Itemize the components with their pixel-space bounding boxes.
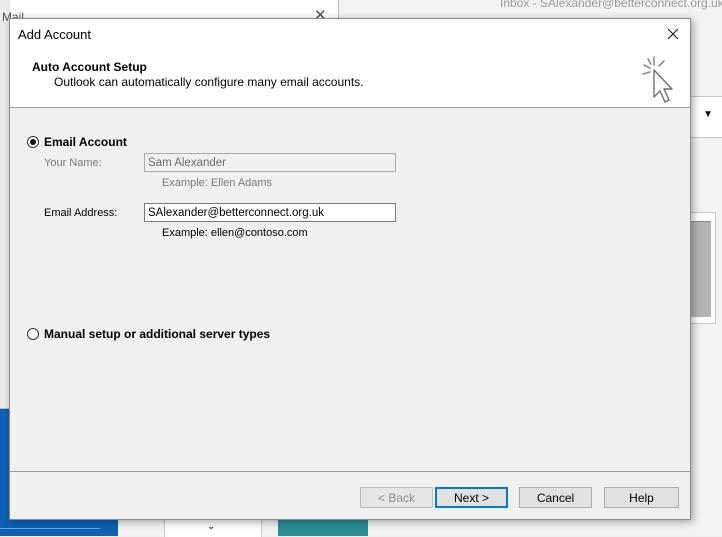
email-account-label: Email Account xyxy=(44,135,127,149)
close-icon-glyph xyxy=(667,28,679,40)
dialog-titlebar: Add Account xyxy=(10,19,690,49)
status-bar-segment xyxy=(278,519,368,536)
footer-divider xyxy=(10,471,690,472)
help-button[interactable]: Help xyxy=(604,487,679,508)
email-address-field[interactable]: SAlexander@betterconnect.org.uk xyxy=(144,203,396,222)
add-account-dialog: Add Account Auto Account Setup Outlook c… xyxy=(9,18,691,520)
chevron-down-icon: ⌄ xyxy=(207,521,216,532)
your-name-example: Example: Ellen Adams xyxy=(162,177,273,189)
folder-pane-toggle[interactable]: ⌄ xyxy=(164,519,262,537)
preview-thumbnail xyxy=(690,212,716,324)
manual-setup-label: Manual setup or additional server types xyxy=(44,327,271,341)
your-name-field[interactable]: Sam Alexander xyxy=(144,153,396,172)
email-address-label: Email Address: xyxy=(44,207,118,219)
dialog-title: Add Account xyxy=(18,27,91,42)
outlook-window-title: Inbox - SAlexander@betterconnect.org.uk xyxy=(500,0,722,10)
header-title: Auto Account Setup xyxy=(32,60,147,74)
close-icon[interactable] xyxy=(662,23,684,45)
cancel-button[interactable]: Cancel xyxy=(519,487,592,508)
cursor-sparkle-icon xyxy=(642,56,673,103)
your-name-label: Your Name: xyxy=(44,157,102,169)
email-address-example: Example: ellen@contoso.com xyxy=(162,227,308,239)
folder-dropdown[interactable]: ▼ xyxy=(690,96,722,138)
next-button[interactable]: Next > xyxy=(435,487,508,508)
preview-image xyxy=(691,221,711,317)
email-account-radio[interactable] xyxy=(27,136,39,148)
email-account-option[interactable]: Email Account xyxy=(27,135,127,149)
dropdown-arrow-icon: ▼ xyxy=(703,109,713,120)
nav-divider xyxy=(0,528,100,529)
manual-setup-radio[interactable] xyxy=(27,328,39,340)
manual-setup-option[interactable]: Manual setup or additional server types xyxy=(27,327,270,341)
back-button[interactable]: < Back xyxy=(360,487,433,508)
wizard-header: Auto Account Setup Outlook can automatic… xyxy=(10,49,690,108)
header-subtitle: Outlook can automatically configure many… xyxy=(54,75,364,89)
